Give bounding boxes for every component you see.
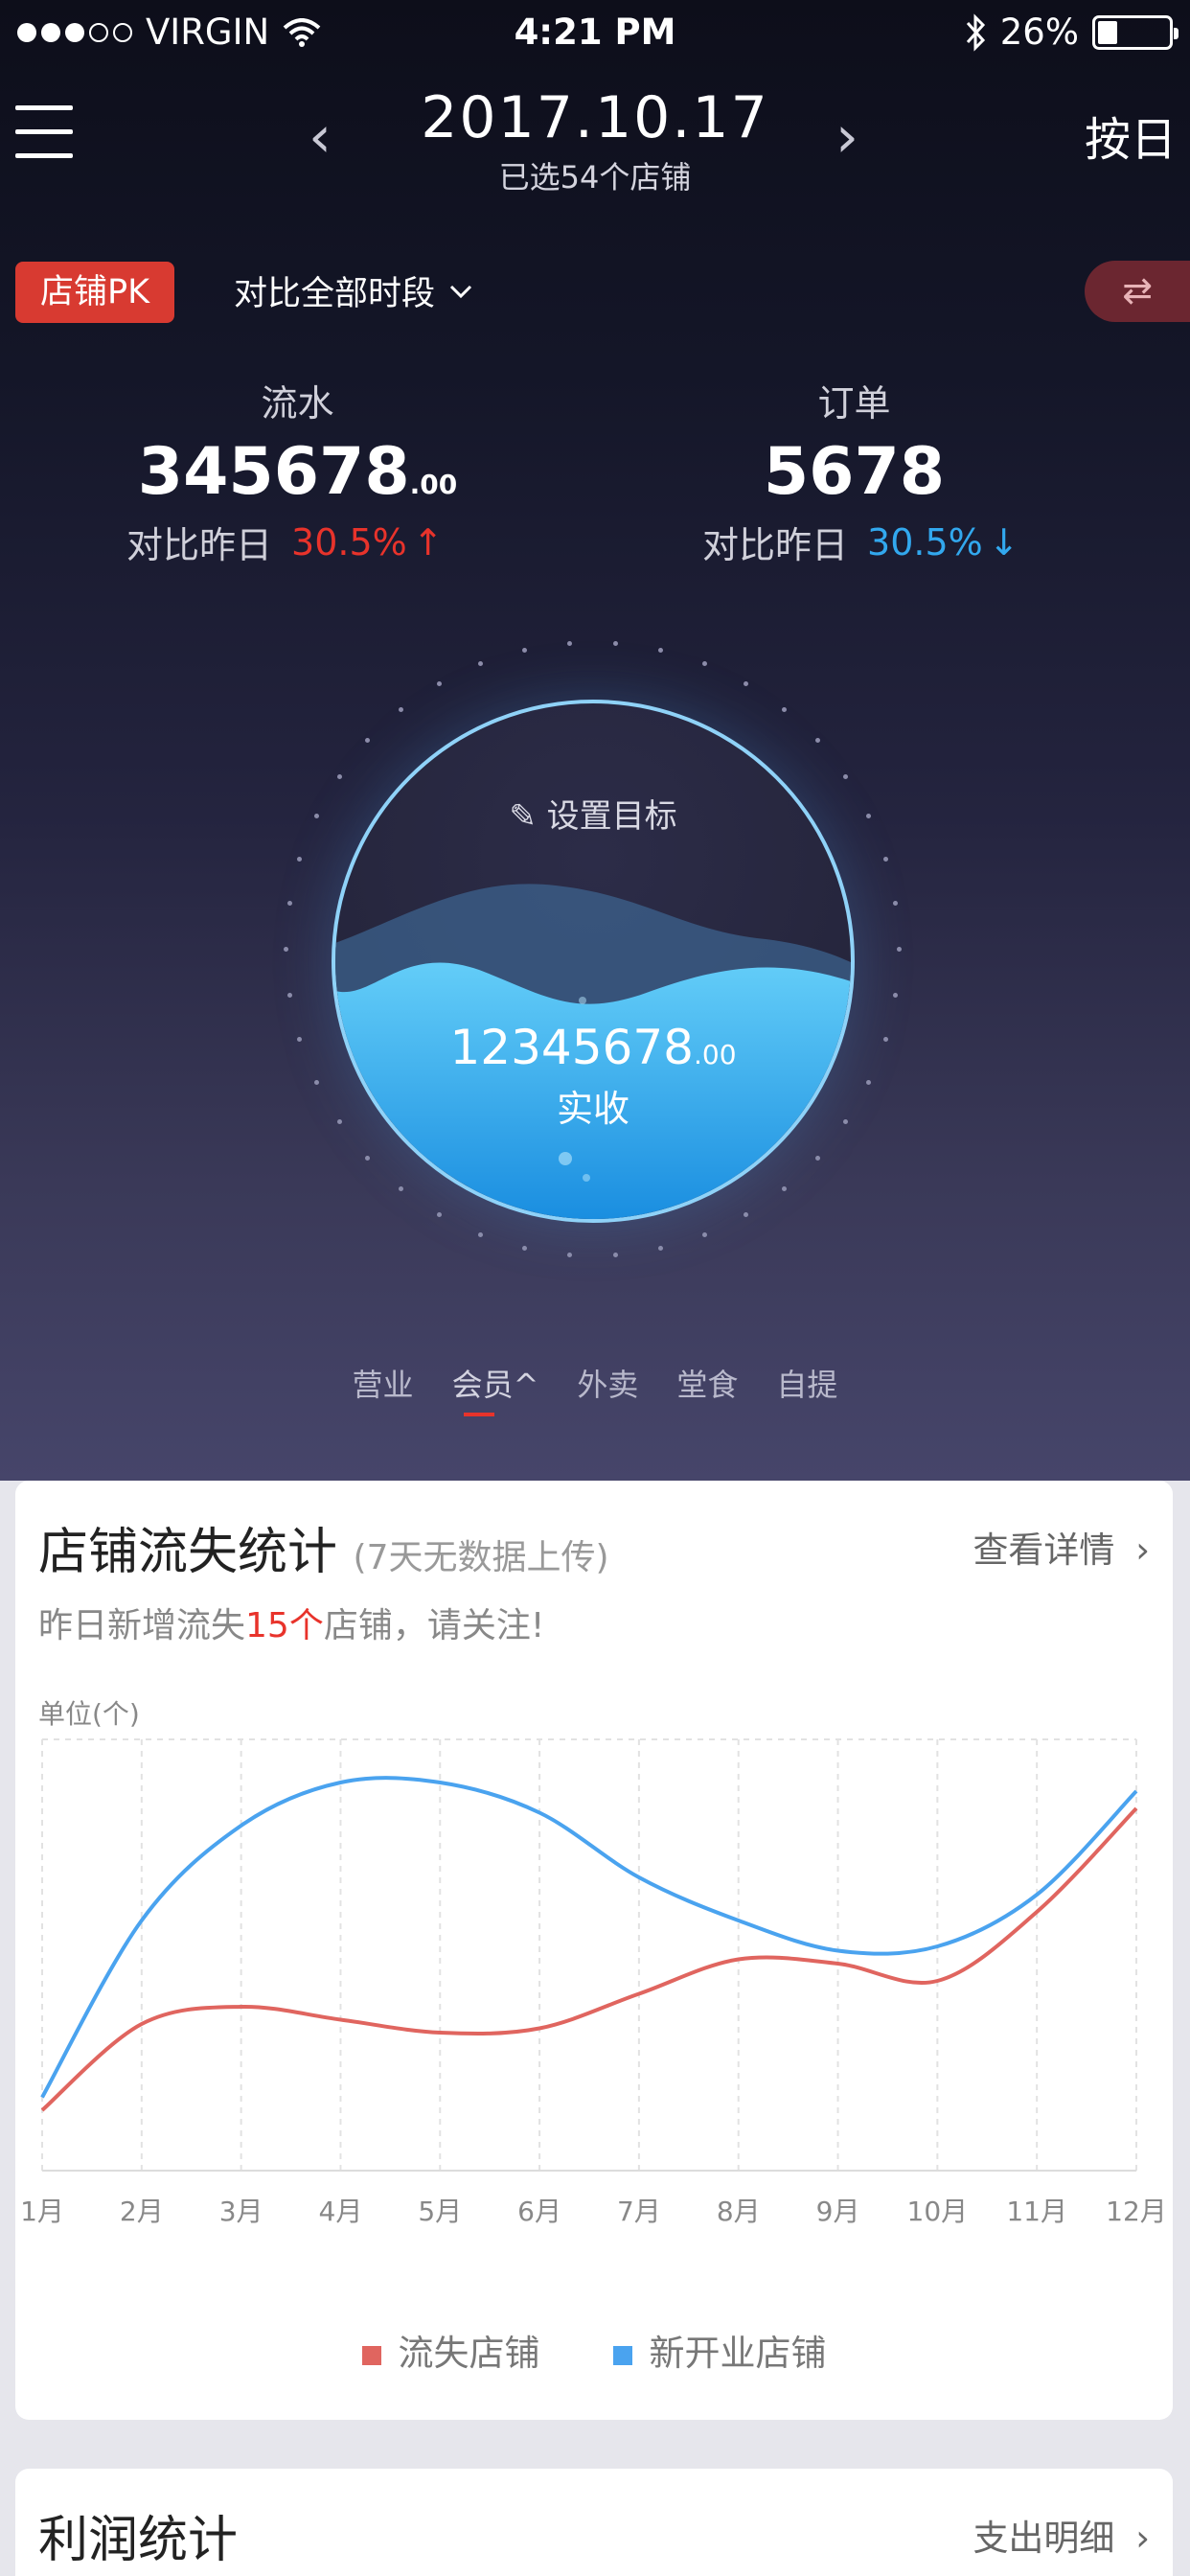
profit-card: 利润统计 支出明细 › <box>15 2469 1173 2576</box>
ring-dot <box>882 1037 888 1043</box>
mode-button[interactable]: 按日 <box>1085 102 1177 169</box>
orders-label: 订单 <box>817 382 891 425</box>
legend-item: 新开业店铺 <box>612 2324 827 2376</box>
set-goal-button[interactable]: ✎ 设置目标 <box>335 790 851 837</box>
ring-dot <box>567 640 573 646</box>
ring-dot <box>478 661 484 667</box>
chevron-right-icon[interactable]: › <box>835 104 858 171</box>
series-line-1 <box>40 1776 1138 2099</box>
chevron-down-icon <box>449 285 472 298</box>
x-tick-label: 5月 <box>418 2196 462 2227</box>
x-tick-label: 2月 <box>120 2196 164 2227</box>
ring-dot <box>744 680 748 686</box>
x-tick-label: 4月 <box>319 2196 363 2227</box>
swap-icon[interactable]: ⇄ <box>1085 261 1190 322</box>
ring-dot <box>521 648 527 654</box>
ring-dot <box>437 680 442 686</box>
water-wave <box>335 884 851 1219</box>
category-tabs: 营业 会员^ 外卖 堂食 自提 <box>0 1361 1190 1416</box>
ring-dot <box>286 992 292 998</box>
arrow-down-icon: ↓ <box>988 520 1019 564</box>
tab-4[interactable]: 自提 <box>776 1361 837 1405</box>
orders-compare: 对比昨日 30.5% ↓ <box>702 520 1019 567</box>
pencil-icon: ✎ <box>509 797 537 836</box>
store-pk-button[interactable]: 店铺PK <box>15 262 174 323</box>
compare-dropdown[interactable]: 对比全部时段 <box>234 266 473 315</box>
revenue-value: 345678.00 <box>137 434 458 510</box>
ring-dot <box>313 814 319 819</box>
selected-stores: 已选54个店铺 <box>498 159 692 196</box>
x-tick-label: 3月 <box>219 2196 263 2227</box>
profit-title: 利润统计 <box>38 2512 239 2569</box>
revenue-compare: 对比昨日 30.5% ↑ <box>126 520 444 567</box>
ring-dot <box>286 901 292 907</box>
x-tick-label: 7月 <box>617 2196 661 2227</box>
ring-dot <box>866 1079 872 1085</box>
ring-dot <box>897 947 902 952</box>
churn-card: 店铺流失统计 (7天无数据上传) 查看详情 › 昨日新增流失15个店铺，请关注!… <box>15 1481 1173 2420</box>
ring-dot <box>284 947 288 952</box>
revenue-metric: 流水 345678.00 对比昨日 30.5% ↑ <box>0 374 595 568</box>
x-tick-label: 12月 <box>1106 2196 1167 2227</box>
goal-label: 实收 <box>556 1088 629 1130</box>
ring-dot <box>313 1079 319 1085</box>
tab-2[interactable]: 外卖 <box>577 1361 638 1405</box>
ring-dot <box>612 640 618 646</box>
ring-dot <box>658 1245 664 1251</box>
churn-title: 店铺流失统计 (7天无数据上传) <box>38 1524 609 1581</box>
goal-value: 12345678.00 <box>449 1020 737 1075</box>
tab-0[interactable]: 营业 <box>353 1361 414 1405</box>
status-bar: VIRGIN 4:21 PM 26% <box>0 0 1190 65</box>
ring-dot <box>567 1253 573 1258</box>
churn-notice: 昨日新增流失15个店铺，请关注! <box>38 1606 545 1645</box>
ring-dot <box>297 1037 303 1043</box>
ring-dot <box>521 1245 527 1251</box>
expense-details-link[interactable]: 支出明细 › <box>973 2509 1150 2561</box>
ring-dot <box>882 856 888 862</box>
chevron-right-icon: › <box>1135 2518 1150 2559</box>
chart-unit: 单位(个) <box>38 1698 140 1730</box>
status-right: 26% <box>964 12 1179 53</box>
x-tick-label: 9月 <box>816 2196 860 2227</box>
battery-icon <box>1092 14 1179 50</box>
legend-label: 新开业店铺 <box>649 2333 827 2374</box>
ring-dot <box>701 1231 707 1237</box>
view-details-link[interactable]: 查看详情 › <box>973 1521 1150 1573</box>
ring-dot <box>658 648 664 654</box>
orders-value: 5678 <box>763 434 946 510</box>
legend-swatch <box>361 2346 381 2365</box>
arrow-up-icon: ↑ <box>412 520 444 564</box>
churn-line-chart: 1月 2月 3月 4月 5月 6月 7月 8月 9月 10月 11月 12月 <box>20 1738 1167 2227</box>
legend-label: 流失店铺 <box>398 2333 540 2374</box>
chart-legend: 流失店铺 新开业店铺 <box>15 2324 1173 2376</box>
ring-dot <box>297 856 303 862</box>
ring-dot <box>612 1253 618 1258</box>
tab-1[interactable]: 会员^ <box>452 1361 538 1416</box>
x-tick-label: 6月 <box>517 2196 561 2227</box>
bluetooth-icon <box>966 12 985 52</box>
x-tick-label: 8月 <box>717 2196 761 2227</box>
x-tick-label: 11月 <box>1006 2196 1067 2227</box>
orders-change: 30.5% <box>867 520 983 564</box>
revenue-label: 流水 <box>261 382 334 425</box>
legend-item: 流失店铺 <box>361 2324 540 2376</box>
goal-water-ball[interactable]: ✎ 设置目标 12345678.00 实收 <box>332 700 855 1223</box>
tab-3[interactable]: 堂食 <box>676 1361 738 1405</box>
battery-percent: 26% <box>999 12 1079 53</box>
x-tick-label: 1月 <box>20 2196 64 2227</box>
ring-dot <box>893 992 899 998</box>
compare-label: 对比全部时段 <box>234 275 436 313</box>
date-title: 2017.10.17 <box>421 84 769 151</box>
ring-dot <box>866 814 872 819</box>
legend-swatch <box>612 2346 632 2365</box>
chevron-right-icon: › <box>1135 1530 1150 1571</box>
orders-metric: 订单 5678 对比昨日 30.5% ↓ <box>595 374 1190 568</box>
ring-dot <box>478 1231 484 1237</box>
revenue-change: 30.5% <box>291 520 407 564</box>
ring-dot <box>701 661 707 667</box>
x-tick-label: 10月 <box>907 2196 969 2227</box>
ring-dot <box>893 901 899 907</box>
